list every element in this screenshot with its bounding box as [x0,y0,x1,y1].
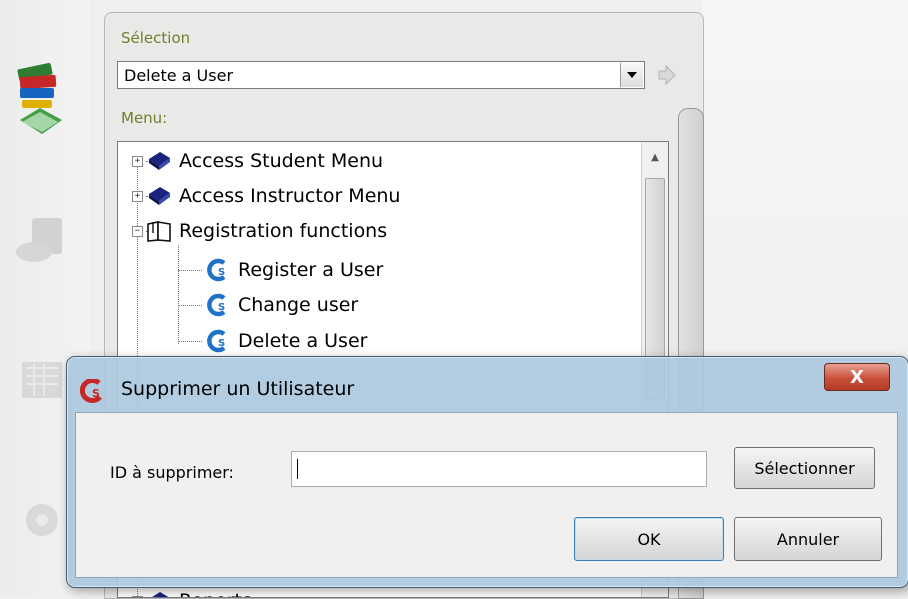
books-users-icon[interactable] [12,62,72,134]
tree-item-instructor-menu[interactable]: + Access Instructor Menu [132,179,400,213]
chevron-down-icon[interactable] [620,63,643,87]
tree-item-student-menu[interactable]: + Access Student Menu [132,144,383,178]
tree-item-register-user[interactable]: S Register a User [204,253,383,287]
select-button[interactable]: Sélectionner [734,447,875,489]
svg-text:S: S [92,387,100,400]
app-c-icon: S [204,327,232,355]
app-logo-icon: S [79,378,104,403]
book-icon [145,147,173,175]
tree-item-label: Registration functions [179,220,388,242]
expand-icon[interactable]: + [132,155,143,167]
tree-item-change-user[interactable]: S Change user [204,288,358,322]
svg-text:S: S [218,267,225,278]
close-icon: X [850,366,864,388]
selection-value: Delete a User [124,66,234,85]
dialog-body: ID à supprimer: Sélectionner OK Annuler [75,412,898,578]
scroll-up-icon[interactable]: ▲ [642,142,668,172]
app-c-icon: S [204,291,232,319]
gear-icon[interactable] [12,490,72,550]
selection-label: Sélection [121,29,191,47]
book-icon [145,587,173,597]
tree-item-delete-user[interactable]: S Delete a User [204,324,367,358]
selection-dropdown[interactable]: Delete a User [117,61,645,89]
text-caret [297,459,298,479]
app-c-icon: S [204,256,232,284]
id-input[interactable] [291,451,707,487]
ok-button[interactable]: OK [574,517,724,561]
computer-icon[interactable] [12,212,72,272]
dialog-title: Supprimer un Utilisateur [121,378,355,400]
go-arrow-icon[interactable] [653,62,679,88]
svg-text:S: S [218,302,225,313]
menu-label: Menu: [121,109,168,127]
tree-item-label: Delete a User [238,330,368,352]
book-icon [145,182,173,210]
tree-item-label: Change user [238,294,359,316]
cancel-button[interactable]: Annuler [734,517,882,561]
close-button[interactable]: X [824,363,890,391]
expand-icon[interactable]: + [132,190,143,202]
collapse-icon[interactable]: − [132,225,143,237]
tree-item-registration-functions[interactable]: − Registration functions [132,214,387,248]
tree-item-label: Register a User [238,259,384,281]
delete-user-dialog: S Supprimer un Utilisateur X ID à suppri… [66,356,908,588]
dialog-titlebar[interactable]: S Supprimer un Utilisateur X [67,357,908,411]
tree-item-label: Access Student Menu [179,150,384,172]
open-book-icon [145,217,173,245]
svg-text:S: S [218,338,225,349]
tree-item-label: Access Instructor Menu [179,185,401,207]
id-label: ID à supprimer: [110,463,234,482]
calendar-icon[interactable] [12,352,72,412]
